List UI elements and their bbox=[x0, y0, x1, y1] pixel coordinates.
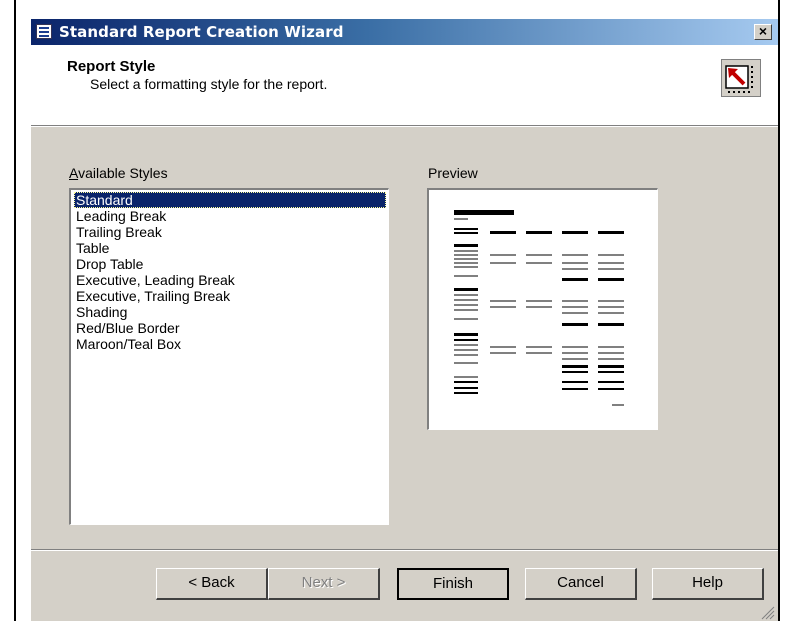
list-item[interactable]: Trailing Break bbox=[74, 224, 386, 240]
page-title: Report Style bbox=[67, 58, 156, 75]
cancel-button-label: Cancel bbox=[557, 574, 604, 591]
list-item[interactable]: Maroon/Teal Box bbox=[74, 336, 386, 352]
window-title: Standard Report Creation Wizard bbox=[59, 23, 344, 41]
wizard-arrow-icon bbox=[721, 59, 761, 97]
resize-grip-icon[interactable] bbox=[759, 604, 775, 620]
list-item[interactable]: Executive, Trailing Break bbox=[74, 288, 386, 304]
list-item[interactable]: Executive, Leading Break bbox=[74, 272, 386, 288]
page-subtitle: Select a formatting style for the report… bbox=[90, 76, 328, 92]
help-button-label: Help bbox=[692, 574, 723, 591]
preview-label: Preview bbox=[428, 165, 478, 181]
finish-button[interactable]: Finish bbox=[397, 568, 509, 600]
list-item[interactable]: Leading Break bbox=[74, 208, 386, 224]
back-button[interactable]: < Back bbox=[156, 568, 268, 600]
wizard-dialog: Standard Report Creation Wizard × Report… bbox=[30, 18, 778, 621]
label-accelerator: A bbox=[69, 165, 79, 181]
wizard-header: Report Style Select a formatting style f… bbox=[31, 45, 778, 125]
help-button[interactable]: Help bbox=[652, 568, 764, 600]
cancel-button[interactable]: Cancel bbox=[525, 568, 637, 600]
available-styles-label-rest: vailable Styles bbox=[78, 165, 168, 181]
list-item[interactable]: Drop Table bbox=[74, 256, 386, 272]
list-item[interactable]: Red/Blue Border bbox=[74, 320, 386, 336]
back-button-label: < Back bbox=[188, 574, 235, 591]
list-item[interactable]: Standard bbox=[74, 192, 386, 208]
close-icon[interactable]: × bbox=[754, 24, 772, 40]
available-styles-label: Available Styles bbox=[69, 165, 168, 181]
next-button[interactable]: Next > bbox=[268, 568, 380, 600]
outer-border-right bbox=[778, 0, 780, 621]
list-item[interactable]: Table bbox=[74, 240, 386, 256]
preview-title-bar bbox=[454, 210, 514, 215]
outer-border-left bbox=[14, 0, 16, 621]
styles-listbox[interactable]: Standard Leading Break Trailing Break Ta… bbox=[69, 188, 389, 525]
next-button-label: Next > bbox=[301, 574, 346, 591]
list-item[interactable]: Shading bbox=[74, 304, 386, 320]
window-app-icon[interactable] bbox=[36, 24, 52, 39]
style-preview bbox=[427, 188, 658, 430]
title-bar[interactable]: Standard Report Creation Wizard × bbox=[31, 19, 778, 45]
finish-button-label: Finish bbox=[432, 575, 473, 592]
